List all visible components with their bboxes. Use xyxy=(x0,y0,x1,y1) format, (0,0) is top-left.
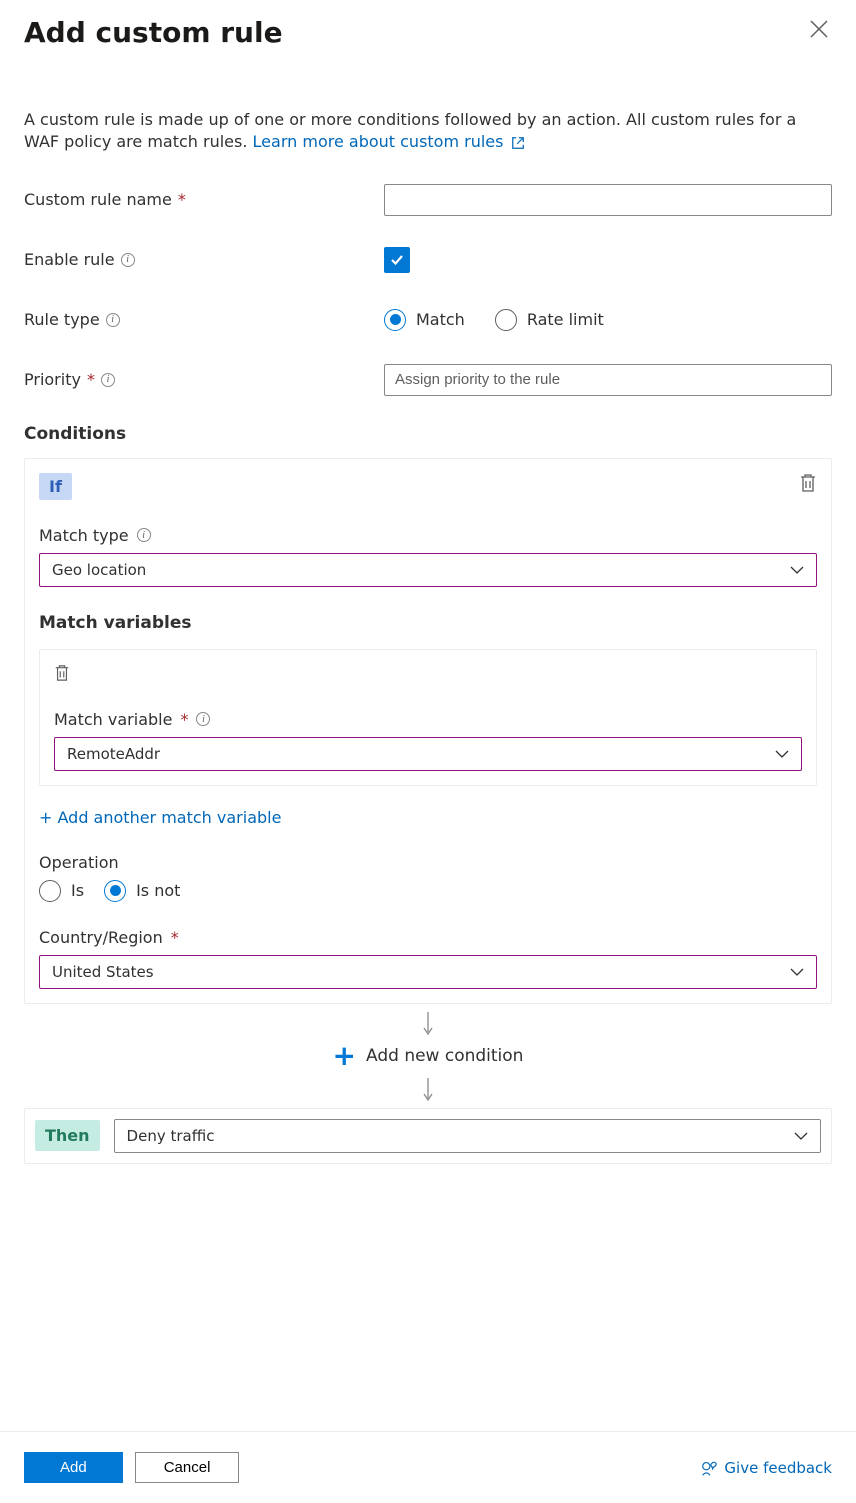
rule-type-rate-limit-radio[interactable]: Rate limit xyxy=(495,309,604,331)
match-variable-dropdown[interactable]: RemoteAddr xyxy=(54,737,802,771)
enable-rule-label: Enable rule i xyxy=(24,250,384,269)
match-variable-block: Match variable* i RemoteAddr xyxy=(39,649,817,786)
chevron-down-icon xyxy=(794,1131,808,1141)
flow-arrow-icon xyxy=(24,1010,832,1036)
info-icon[interactable]: i xyxy=(196,712,210,726)
priority-input[interactable] xyxy=(384,364,832,396)
info-icon[interactable]: i xyxy=(101,373,115,387)
operation-label: Operation xyxy=(39,853,817,872)
then-badge: Then xyxy=(35,1120,100,1151)
plus-icon: + xyxy=(333,1042,356,1070)
close-icon[interactable] xyxy=(806,16,832,42)
enable-rule-checkbox[interactable] xyxy=(384,247,410,273)
match-type-label: Match type i xyxy=(39,526,817,545)
panel-title: Add custom rule xyxy=(24,16,283,49)
info-icon[interactable]: i xyxy=(137,528,151,542)
flow-arrow-icon xyxy=(24,1076,832,1102)
then-block: Then Deny traffic xyxy=(24,1108,832,1164)
match-type-dropdown[interactable]: Geo location xyxy=(39,553,817,587)
chevron-down-icon xyxy=(790,967,804,977)
rule-name-input[interactable] xyxy=(384,184,832,216)
rule-type-label: Rule type i xyxy=(24,310,384,329)
operation-is-radio[interactable]: Is xyxy=(39,880,84,902)
match-variable-label: Match variable* i xyxy=(54,710,802,729)
condition-block: If Match type i Geo location Match varia… xyxy=(24,458,832,1004)
conditions-heading: Conditions xyxy=(24,424,832,444)
give-feedback-link[interactable]: Give feedback xyxy=(700,1459,832,1477)
if-badge: If xyxy=(39,473,72,500)
operation-is-not-radio[interactable]: Is not xyxy=(104,880,180,902)
panel-description: A custom rule is made up of one or more … xyxy=(24,109,832,154)
cancel-button[interactable]: Cancel xyxy=(135,1452,240,1483)
add-button[interactable]: Add xyxy=(24,1452,123,1483)
learn-more-link[interactable]: Learn more about custom rules xyxy=(253,132,525,151)
priority-label: Priority* i xyxy=(24,370,384,389)
chevron-down-icon xyxy=(790,565,804,575)
chevron-down-icon xyxy=(775,749,789,759)
action-dropdown[interactable]: Deny traffic xyxy=(114,1119,821,1153)
info-icon[interactable]: i xyxy=(106,313,120,327)
external-link-icon xyxy=(511,136,525,150)
info-icon[interactable]: i xyxy=(121,253,135,267)
match-variables-heading: Match variables xyxy=(39,613,817,633)
add-new-condition-button[interactable]: + Add new condition xyxy=(24,1042,832,1070)
feedback-icon xyxy=(700,1459,718,1477)
add-match-variable-link[interactable]: + Add another match variable xyxy=(39,808,281,827)
rule-type-match-radio[interactable]: Match xyxy=(384,309,465,331)
country-label: Country/Region* xyxy=(39,928,817,947)
delete-variable-icon[interactable] xyxy=(54,664,70,682)
country-dropdown[interactable]: United States xyxy=(39,955,817,989)
delete-condition-icon[interactable] xyxy=(799,473,817,493)
rule-name-label: Custom rule name* xyxy=(24,190,384,209)
